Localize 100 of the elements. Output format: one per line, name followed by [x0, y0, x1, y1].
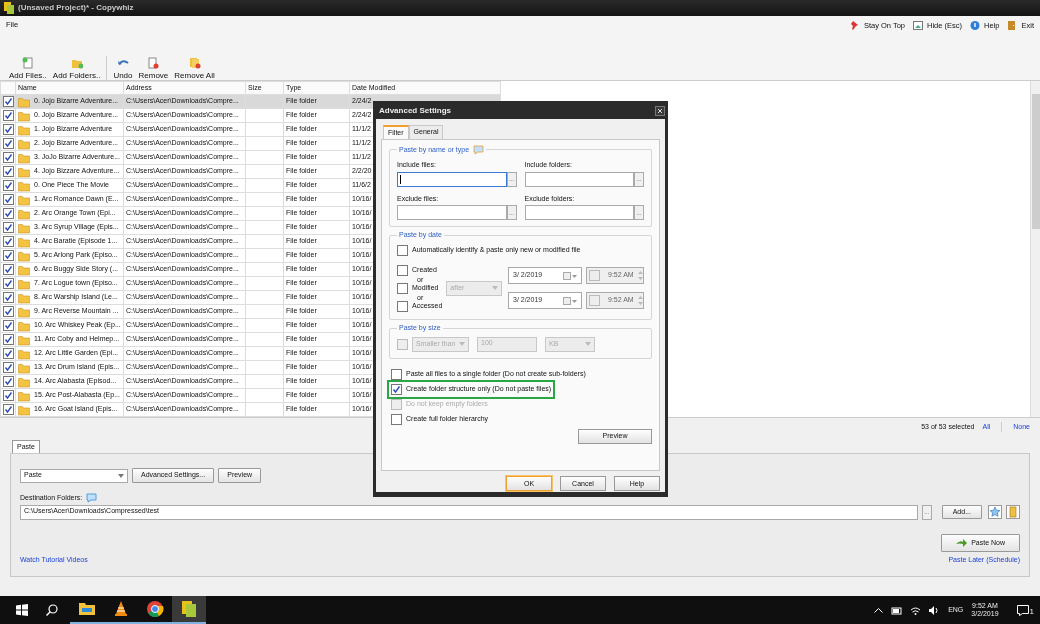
- help-icon: [970, 20, 981, 31]
- toolbar-button[interactable]: Remove: [135, 57, 172, 80]
- close-icon[interactable]: [655, 106, 665, 116]
- folder-icon: [18, 137, 30, 150]
- checkbox[interactable]: [397, 282, 408, 294]
- checkbox[interactable]: [397, 300, 408, 312]
- dialog-title: Advanced Settings: [379, 106, 451, 116]
- toolbar-button[interactable]: Undo: [110, 57, 136, 80]
- text-field[interactable]: [524, 205, 634, 221]
- folder-icon: [18, 151, 30, 164]
- spinner-icon: [637, 295, 643, 307]
- checkbox[interactable]: [3, 194, 14, 205]
- checkbox[interactable]: [3, 250, 14, 261]
- folder-icon[interactable]: [1006, 505, 1020, 520]
- notification-icon[interactable]: [1016, 604, 1029, 616]
- browser-icon: [146, 600, 164, 618]
- add-file-icon: [21, 57, 34, 69]
- folder-icon: [18, 165, 30, 178]
- folder-icon: [18, 263, 30, 276]
- checkbox[interactable]: [397, 244, 408, 256]
- checkbox[interactable]: [3, 306, 14, 317]
- calendar-icon: [563, 296, 577, 305]
- add-folder-icon: [70, 57, 83, 69]
- checkbox[interactable]: [3, 390, 14, 401]
- pin-icon: [849, 20, 860, 31]
- checkbox[interactable]: [3, 236, 14, 247]
- checkbox[interactable]: [397, 264, 408, 276]
- checkbox[interactable]: [3, 264, 14, 275]
- toolbar-button[interactable]: Add Files..: [6, 57, 50, 80]
- checkbox[interactable]: [3, 110, 14, 121]
- speaker-icon[interactable]: [929, 605, 941, 615]
- spinner-icon: [637, 270, 643, 282]
- text-field[interactable]: [397, 205, 507, 221]
- checkbox[interactable]: [3, 292, 14, 303]
- star-icon[interactable]: [988, 505, 1002, 520]
- door-icon: [1007, 20, 1018, 31]
- checkbox[interactable]: [391, 383, 402, 395]
- folder-icon: [18, 95, 30, 108]
- checkbox[interactable]: [3, 96, 14, 107]
- checkbox[interactable]: [3, 180, 14, 191]
- folder-icon: [18, 305, 30, 318]
- document-icon: [180, 600, 198, 618]
- checkbox[interactable]: [3, 152, 14, 163]
- toolbar-button[interactable]: Add Folders..: [49, 57, 104, 80]
- checkbox[interactable]: [589, 295, 600, 307]
- caret-icon: [459, 342, 465, 347]
- folder-icon: [18, 277, 30, 290]
- traffic-cone-icon: [112, 600, 130, 618]
- taskbar-app[interactable]: [172, 596, 206, 624]
- windows-icon[interactable]: [16, 604, 28, 616]
- checkbox[interactable]: [3, 348, 14, 359]
- folder-icon: [18, 235, 30, 248]
- arrow-icon: [956, 538, 968, 547]
- folder-icon: [18, 319, 30, 332]
- checkbox[interactable]: [3, 166, 14, 177]
- folder-icon: [18, 221, 30, 234]
- scrollbar-thumb[interactable]: [1032, 94, 1040, 229]
- folder-icon: [18, 291, 30, 304]
- checkbox[interactable]: [391, 413, 402, 425]
- folder-icon: [18, 193, 30, 206]
- folder-icon: [18, 333, 30, 346]
- checkbox[interactable]: [3, 334, 14, 345]
- battery-icon[interactable]: [891, 605, 903, 615]
- folder-icon: [78, 600, 96, 618]
- folder-icon: [18, 403, 30, 416]
- checkbox[interactable]: [3, 208, 14, 219]
- folder-icon: [18, 123, 30, 136]
- app-logo-icon: [4, 2, 14, 14]
- caret-icon: [492, 286, 498, 291]
- remove-all-icon: [188, 57, 201, 69]
- folder-icon: [18, 389, 30, 402]
- checkbox[interactable]: [589, 270, 600, 282]
- checkbox[interactable]: [3, 404, 14, 415]
- caret-icon: [118, 473, 124, 478]
- wifi-icon[interactable]: [910, 605, 922, 615]
- window-icon: [913, 20, 924, 31]
- checkbox[interactable]: [3, 362, 14, 373]
- chevron-up-icon[interactable]: [874, 607, 884, 613]
- checkbox[interactable]: [3, 222, 14, 233]
- checkbox[interactable]: [3, 320, 14, 331]
- toolbar-button[interactable]: Remove All: [171, 57, 218, 80]
- folder-icon: [18, 249, 30, 262]
- text-field[interactable]: [524, 171, 634, 187]
- checkbox[interactable]: [391, 368, 402, 380]
- checkbox[interactable]: [3, 124, 14, 135]
- notification-count: 1: [1029, 607, 1034, 616]
- scrollbar[interactable]: [1030, 81, 1040, 417]
- text-field[interactable]: [397, 171, 507, 187]
- checkbox[interactable]: [397, 338, 408, 350]
- checkbox[interactable]: [3, 376, 14, 387]
- search-icon[interactable]: [46, 604, 58, 616]
- speech-bubble-icon: [86, 492, 98, 503]
- speech-bubble-icon: [473, 145, 485, 156]
- checkbox[interactable]: [3, 138, 14, 149]
- remove-file-icon: [147, 57, 160, 69]
- folder-icon: [18, 347, 30, 360]
- window-title: (Unsaved Project)* - Copywhiz: [18, 3, 134, 13]
- checkbox[interactable]: [3, 278, 14, 289]
- calendar-icon: [563, 271, 577, 280]
- folder-icon: [18, 179, 30, 192]
